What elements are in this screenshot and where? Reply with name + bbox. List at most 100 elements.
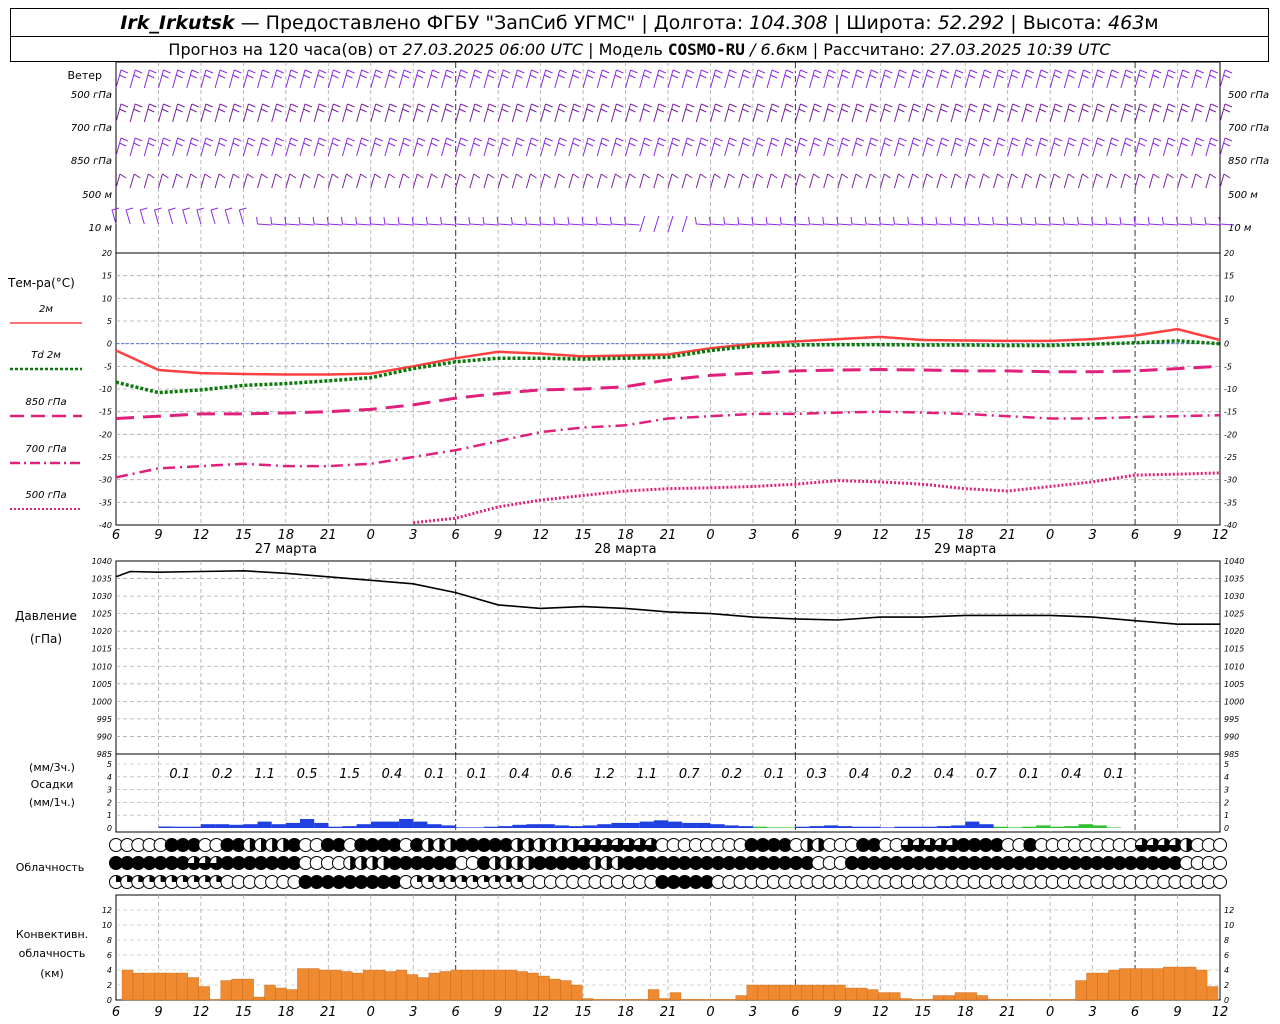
wind-barb	[356, 173, 367, 189]
temperature-tick-left: 0	[107, 340, 112, 349]
wind-barb	[653, 137, 667, 157]
wind-barb	[1077, 69, 1091, 89]
wind-barb	[1106, 173, 1118, 189]
wind-barb	[539, 216, 555, 226]
precip-bar	[752, 826, 768, 828]
wind-barb	[978, 69, 992, 89]
wind-barb	[1063, 173, 1075, 189]
wind-barb	[993, 103, 1006, 123]
wind-barb	[1020, 216, 1036, 226]
convective-bar	[439, 971, 451, 1001]
temperature-hour-label: 18	[617, 528, 634, 543]
convective-tick-left: 4	[107, 966, 112, 975]
wind-barb	[568, 103, 582, 123]
wind-barb	[1177, 173, 1188, 189]
wind-barb	[1092, 137, 1105, 157]
precip-tick-right: 1	[1224, 811, 1229, 820]
temperature-tick-right: 0	[1224, 340, 1229, 349]
wind-barb	[667, 103, 681, 123]
wind-barb	[1021, 69, 1035, 89]
convective-bar	[987, 999, 999, 1001]
wind-barb	[412, 173, 424, 189]
wind-barb	[327, 137, 341, 157]
wind-barb	[228, 69, 242, 89]
convective-title-2: облачность	[19, 947, 86, 960]
wind-barb	[1120, 103, 1134, 123]
convective-hour-label: 18	[278, 1005, 295, 1020]
convective-bar	[406, 974, 419, 1001]
wind-barb	[596, 137, 610, 157]
wind-barb	[196, 207, 205, 225]
wind-barb	[1177, 103, 1190, 123]
wind-barb	[1007, 103, 1020, 123]
convective-bar	[779, 984, 791, 1001]
temperature-hour-label: 15	[235, 528, 252, 543]
precip-bar	[696, 822, 711, 828]
wind-barb	[511, 137, 525, 157]
wind-barb	[426, 173, 438, 189]
wind-barb	[1148, 103, 1162, 123]
wind-barb	[864, 216, 881, 226]
temperature-tick-left: 15	[102, 272, 112, 281]
convective-bar	[560, 980, 572, 1001]
convective-bar	[658, 998, 671, 1001]
wind-barb	[822, 216, 838, 226]
wind-barb	[115, 173, 127, 189]
wind-barb	[157, 173, 169, 189]
wind-barb	[737, 216, 753, 226]
wind-barb	[738, 137, 751, 157]
wind-barb	[609, 216, 626, 226]
wind-barb	[242, 69, 256, 89]
precip-bar	[342, 826, 357, 828]
precip-3h-total: 0.7	[976, 767, 997, 782]
convective-bar	[319, 969, 331, 1001]
wind-barb	[341, 103, 355, 123]
wind-barb	[653, 69, 667, 89]
wind-barb	[370, 173, 382, 189]
wind-barb	[1063, 103, 1077, 123]
wind-barb	[780, 173, 792, 189]
precip-3h-total: 0.6	[552, 767, 573, 782]
wind-barb	[1177, 69, 1190, 89]
pressure-tick-right: 995	[1224, 715, 1239, 724]
precip-tick-left: 3	[107, 786, 112, 795]
precip-3h-total: 0.2	[891, 767, 912, 782]
wind-barb	[483, 173, 495, 189]
precip-bar	[158, 826, 173, 828]
wind-barb	[1035, 103, 1049, 123]
convective-bar	[373, 969, 386, 1001]
precip-unit-1h: (мм/1ч.)	[29, 796, 75, 809]
convective-bar	[757, 984, 769, 1001]
convective-bar	[1119, 968, 1131, 1001]
day-label: 29 марта	[934, 542, 996, 557]
cloud-cover-symbol	[1213, 856, 1227, 870]
wind-barb	[963, 216, 980, 226]
wind-barb	[1119, 216, 1135, 226]
convective-bar	[1174, 966, 1186, 1001]
precip-bar	[540, 824, 555, 828]
wind-barb	[398, 137, 412, 157]
wind-barb	[935, 216, 951, 226]
wind-barb	[271, 137, 284, 157]
wind-barb	[922, 173, 934, 189]
convective-bar	[1020, 999, 1032, 1001]
wind-barb	[167, 207, 176, 225]
wind-barb	[469, 137, 483, 157]
precip-3h-total: 0.4	[382, 767, 403, 782]
precip-bar	[625, 822, 640, 828]
wind-barb	[1091, 216, 1107, 226]
precip-bar	[257, 821, 272, 828]
wind-level-label-left: 850 гПа	[71, 156, 112, 167]
precip-bar	[413, 821, 428, 828]
convective-hour-label: 12	[872, 1005, 889, 1020]
convective-bar	[571, 984, 583, 1001]
convective-hour-label: 3	[409, 1005, 417, 1020]
convective-bar	[450, 969, 462, 1001]
precip-bar	[1106, 827, 1121, 828]
wind-barb	[1162, 173, 1174, 189]
wind-barb	[993, 137, 1006, 157]
wind-barb	[936, 69, 950, 89]
wind-barb	[284, 216, 300, 226]
wind-barb	[1007, 137, 1020, 157]
convective-hour-label: 3	[1088, 1005, 1096, 1020]
